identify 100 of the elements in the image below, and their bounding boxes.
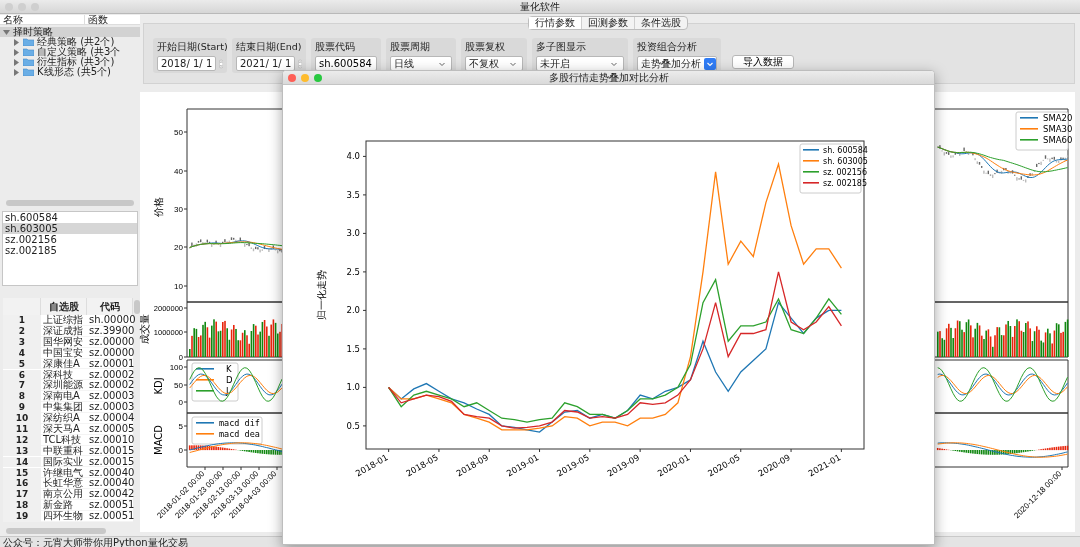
table-cell: sz.00002 [87,380,133,392]
list-item[interactable]: sh.600584 [3,212,137,224]
axis-tick-label: 4.0 [346,151,360,162]
table-cell: 深证成指 [41,326,87,337]
spinner-icon[interactable] [218,56,223,71]
row-number: 8 [3,391,41,403]
table-cell: sz.39900 [87,326,133,337]
column-header[interactable]: 代码 [87,298,133,316]
minimize-button[interactable] [301,74,309,82]
axis-tick-label: 50 [174,381,183,390]
table-cell: 中国宝安 [41,347,87,359]
table-cell: sz.00051 [87,511,133,522]
axis-tick-label: 3.0 [346,228,360,239]
list-item[interactable]: sz.002156 [3,234,137,246]
table-cell: 深科技 [41,369,87,381]
scrollbar[interactable] [134,300,140,315]
legend-label: sz. 002185 [823,179,867,188]
row-number: 6 [3,369,41,381]
row-number: 10 [3,413,41,424]
axis-tick-label: 1.0 [346,382,360,393]
table-cell: sz.00000 [87,336,133,348]
list-item[interactable]: sz.002185 [3,245,137,257]
window-title: 多股行情走势叠加对比分析 [548,72,669,83]
expand-arrow-icon[interactable] [13,38,20,46]
legend-label: SMA30 [1043,124,1073,134]
table-cell: 深圳能源 [41,380,87,392]
tree-item[interactable]: 衍生指标 (共3个) [37,57,115,67]
tree-item[interactable]: 自定义策略 (共3个 [37,47,121,57]
tree-item[interactable]: 经典策略 (共2个) [37,37,115,47]
axis-label: KDJ [153,377,164,395]
axis-tick-label: 2.5 [346,266,360,277]
row-number: 4 [3,347,41,359]
import-button[interactable]: 导入数据 [732,55,794,69]
axis-tick-label: 2.0 [346,305,360,316]
axis-tick-label: 10 [174,282,183,291]
row-number: 16 [3,478,41,490]
column-header[interactable]: 自选股 [41,298,87,316]
date-field[interactable]: 2018/ 1/ 1 [157,56,217,71]
row-number: 19 [3,511,41,522]
axis-tick-label: 100 [169,363,183,372]
corner-header [3,298,41,316]
axis-label: 成交量 [139,314,150,344]
scrollbar[interactable] [6,200,134,207]
row-number: 1 [3,315,41,326]
list-item[interactable]: sh.603005 [3,223,137,235]
close-button[interactable] [288,74,296,82]
tab[interactable]: 条件选股 [635,17,687,29]
table-cell: 深纺织A [41,413,87,424]
table-cell: 深南电A [41,391,87,403]
table-cell: 国际实业 [41,456,87,468]
tree-item[interactable]: K线形态 (共5个) [37,67,111,77]
table-cell: sz.00015 [87,445,133,457]
folder-icon [23,68,34,76]
axis-tick-label: 40 [174,167,183,176]
legend-label: macd dif [219,418,260,428]
zoom-button[interactable] [31,3,39,11]
legend-label: sz. 002156 [823,168,867,177]
table-cell: sz.00010 [87,434,133,446]
field-label: 股票代码 [315,41,356,52]
row-number: 18 [3,500,41,511]
table-cell: sz.00015 [87,456,133,468]
legend-label: SMA20 [1043,113,1073,123]
row-number: 15 [3,467,41,479]
column-header[interactable]: 函数 [85,15,108,24]
axis-label: 归一化走势 [316,270,327,320]
field-label: 投资组合分析 [637,41,698,52]
field-label: 多子图显示 [536,41,587,52]
expand-arrow-icon[interactable] [13,48,20,56]
axis-label: MACD [153,425,164,455]
table-cell: 长虹华意 [41,478,87,490]
tab[interactable]: 回测参数 [582,17,635,29]
minimize-button[interactable] [18,3,26,11]
axis-tick-label: 1.5 [346,343,360,354]
expand-arrow-icon[interactable] [3,28,10,36]
column-header[interactable]: 名称 [0,15,85,24]
expand-arrow-icon[interactable] [13,68,20,76]
axis-tick-label: 0 [178,398,183,407]
expand-arrow-icon[interactable] [13,58,20,66]
table-cell: TCL科技 [41,434,87,446]
legend-label: sh. 603005 [823,157,868,166]
table-cell: sz.00051 [87,500,133,511]
row-number: 2 [3,326,41,337]
table-cell: sz.00000 [87,347,133,359]
zoom-button[interactable] [314,74,322,82]
date-field[interactable]: 2021/ 1/ 1 [236,56,296,71]
table-cell: sh.00000 [87,315,133,326]
table-cell: sz.00003 [87,402,133,413]
table-cell: sz.00003 [87,391,133,403]
scrollbar[interactable] [6,528,106,534]
spinner-icon[interactable] [297,56,302,71]
table-cell: sz.00004 [87,413,133,424]
axis-tick-label: 0.5 [346,420,360,431]
folder-icon [23,48,34,56]
legend-label: SMA60 [1043,135,1073,145]
tab[interactable]: 行情参数 [529,17,582,29]
axis-tick-label: 30 [174,205,183,214]
close-button[interactable] [5,3,13,11]
row-number: 12 [3,434,41,446]
legend-label: sh. 600584 [823,146,868,155]
field-label: 股票周期 [390,41,431,52]
